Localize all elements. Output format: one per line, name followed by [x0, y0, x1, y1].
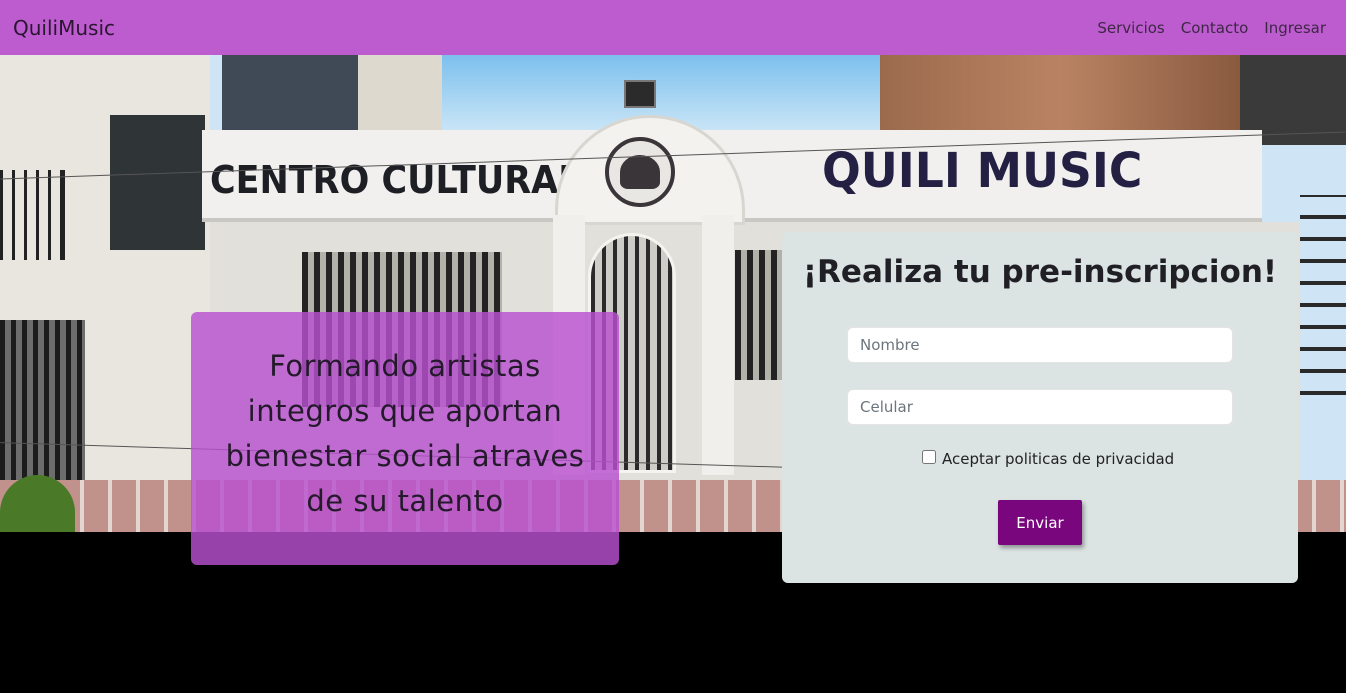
nav-link-contacto[interactable]: Contacto — [1181, 19, 1249, 37]
floodlight — [624, 80, 656, 108]
celular-input[interactable] — [847, 389, 1233, 425]
form-title: ¡Realiza tu pre-inscripcion! — [802, 254, 1278, 290]
navbar: QuiliMusic Servicios Contacto Ingresar — [0, 0, 1346, 55]
privacy-row: Aceptar politicas de privacidad — [922, 450, 1174, 468]
barred-window-right — [735, 250, 785, 380]
nombre-input[interactable] — [847, 327, 1233, 363]
enviar-button[interactable]: Enviar — [998, 500, 1082, 545]
left-building — [0, 55, 210, 532]
nav-link-ingresar[interactable]: Ingresar — [1264, 19, 1326, 37]
nav-link-servicios[interactable]: Servicios — [1097, 19, 1164, 37]
tree-emblem-icon — [605, 137, 675, 207]
right-stairs — [1300, 195, 1346, 395]
nav-links: Servicios Contacto Ingresar — [1097, 19, 1326, 37]
tagline-box: Formando artistas integros que aportan b… — [191, 312, 619, 565]
preinscription-form: ¡Realiza tu pre-inscripcion! Aceptar pol… — [782, 232, 1298, 583]
left-building-railing — [0, 170, 65, 260]
brick-houses — [880, 55, 1240, 135]
privacy-checkbox[interactable] — [922, 450, 936, 464]
brand-logo-text[interactable]: QuiliMusic — [13, 16, 115, 40]
right-column — [702, 215, 734, 475]
upper-dark-wall — [222, 55, 360, 130]
tagline-text: Formando artistas integros que aportan b… — [225, 349, 585, 518]
left-building-window — [110, 115, 205, 250]
privacy-label[interactable]: Aceptar politicas de privacidad — [942, 450, 1174, 468]
upper-wall — [358, 55, 442, 130]
facade-sign-right: QUILI MUSIC — [822, 143, 1143, 199]
